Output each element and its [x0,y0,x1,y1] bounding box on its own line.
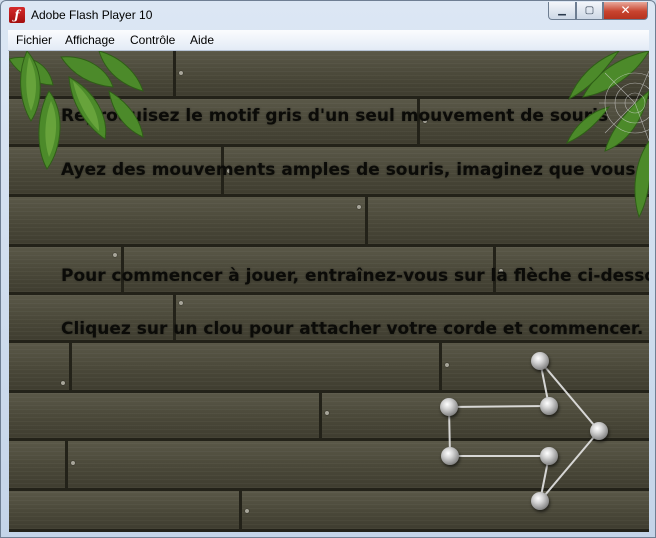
nail-upper-right[interactable] [540,397,558,415]
menu-bar: Fichier Affichage Contrôle Aide [8,30,649,51]
rope-segment [448,405,550,408]
nail-lower-left[interactable] [441,447,459,465]
maximize-icon: ▢ [584,5,595,16]
window-title: Adobe Flash Player 10 [31,8,153,22]
nail-tip[interactable] [590,422,608,440]
flash-player-icon: ƒ [9,7,25,23]
minimize-button[interactable]: ▁ [548,2,576,20]
close-icon: ✕ [620,3,631,17]
menu-affichage[interactable]: Affichage [65,33,115,47]
maximize-button[interactable]: ▢ [576,2,603,20]
flash-player-window: ƒ Adobe Flash Player 10 ▁ ▢ ✕ Fichier Af… [0,0,656,538]
nail-top[interactable] [531,352,549,370]
nail-bottom[interactable] [531,492,549,510]
menu-fichier[interactable]: Fichier [16,33,52,47]
minimize-icon: ▁ [558,5,566,16]
nail-lower-right[interactable] [540,447,558,465]
nail-upper-left[interactable] [440,398,458,416]
rope-segment [539,360,600,432]
rope-segment [539,430,600,502]
leaves-top-left [9,51,144,170]
title-bar[interactable]: ƒ Adobe Flash Player 10 ▁ ▢ ✕ [1,1,655,31]
menu-aide[interactable]: Aide [190,33,214,47]
close-button[interactable]: ✕ [603,2,648,20]
leaves-top-right [566,51,649,219]
menu-controle[interactable]: Contrôle [130,33,175,47]
game-stage[interactable]: Reproduisez le motif gris d'un seul mouv… [9,51,649,532]
